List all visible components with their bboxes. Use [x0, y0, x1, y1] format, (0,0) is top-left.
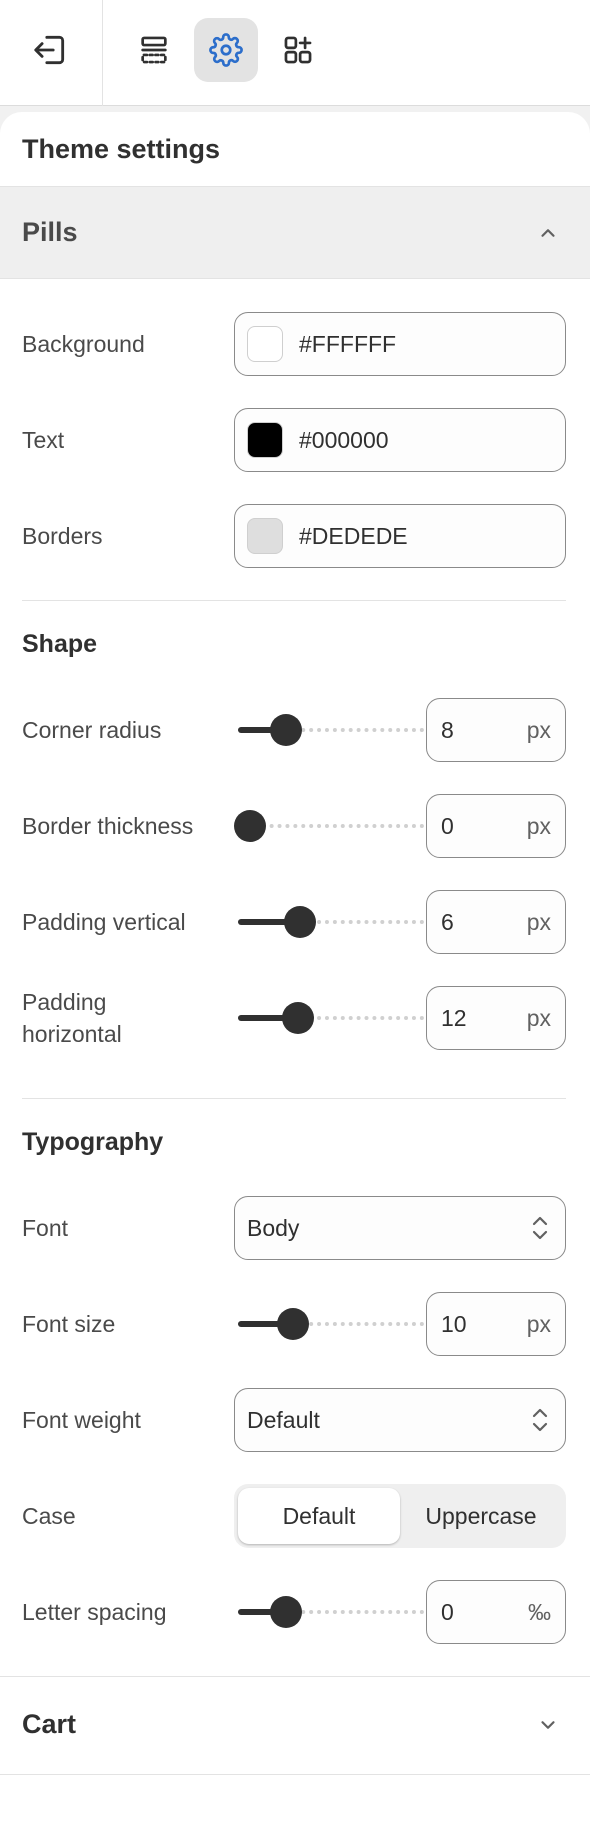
typography-heading: Typography: [22, 1128, 164, 1156]
theme-settings-button[interactable]: [194, 18, 258, 82]
corner-radius-slider[interactable]: [234, 698, 432, 762]
border-thickness-input[interactable]: 0 px: [426, 794, 566, 858]
gear-icon: [209, 33, 243, 67]
section-header-cart[interactable]: Cart: [0, 1678, 590, 1771]
slider-thumb[interactable]: [276, 1308, 309, 1340]
sections-button[interactable]: [122, 18, 186, 82]
unit-label: ‰: [528, 1598, 551, 1625]
section-label: Pills: [22, 217, 78, 247]
case-row: Case Default Uppercase: [22, 1484, 566, 1548]
setting-label: Padding vertical: [22, 909, 186, 935]
padding-horizontal-row: Padding horizontal 12 px: [22, 986, 566, 1050]
border-thickness-row: Border thickness 0 px: [22, 794, 566, 858]
color-row-text: Text #000000: [22, 408, 566, 472]
color-swatch[interactable]: [247, 518, 283, 554]
panel-title: Theme settings: [22, 134, 221, 164]
setting-label: Corner radius: [22, 717, 162, 743]
divider: [0, 1676, 590, 1677]
number-value: 0: [441, 812, 454, 839]
color-value: #DEDEDE: [299, 522, 408, 549]
slider-thumb[interactable]: [269, 714, 302, 746]
slider-track: [238, 824, 432, 828]
select-arrows-icon: [532, 1408, 548, 1432]
text-color-field[interactable]: #000000: [234, 408, 566, 472]
corner-radius-row: Corner radius 8 px: [22, 698, 566, 762]
letter-spacing-row: Letter spacing 0 ‰: [22, 1580, 566, 1644]
background-color-field[interactable]: #FFFFFF: [234, 312, 566, 376]
section-label: Cart: [22, 1709, 77, 1739]
divider: [0, 1774, 590, 1775]
case-option-uppercase[interactable]: Uppercase: [400, 1488, 562, 1544]
color-value: #000000: [299, 426, 389, 453]
font-weight-row: Font weight Default: [22, 1388, 566, 1452]
chevron-down-icon: [528, 1705, 568, 1745]
case-segmented-control: Default Uppercase: [234, 1484, 566, 1548]
unit-label: px: [526, 812, 551, 839]
setting-label: Border thickness: [22, 813, 194, 839]
slider-thumb[interactable]: [282, 1002, 315, 1034]
color-row-background: Background #FFFFFF: [22, 312, 566, 376]
number-value: 8: [441, 716, 454, 743]
setting-label: Padding horizontal: [22, 989, 122, 1047]
chevron-up-icon: [528, 213, 568, 253]
section-header-pills[interactable]: Pills: [0, 186, 590, 279]
toolbar-divider: [102, 0, 103, 106]
color-swatch[interactable]: [247, 326, 283, 362]
editor-toolbar: [0, 0, 590, 106]
app-blocks-button[interactable]: [266, 18, 330, 82]
padding-vertical-slider[interactable]: [234, 890, 432, 954]
exit-icon: [34, 35, 65, 65]
font-select[interactable]: Body: [234, 1196, 566, 1260]
font-size-input[interactable]: 10 px: [426, 1292, 566, 1356]
color-value: #FFFFFF: [299, 330, 397, 357]
unit-label: px: [526, 908, 551, 935]
slider-thumb[interactable]: [234, 810, 266, 842]
slider-thumb[interactable]: [283, 906, 316, 938]
number-value: 12: [441, 1004, 467, 1031]
setting-label: Font: [22, 1215, 69, 1241]
padding-horizontal-slider[interactable]: [234, 986, 432, 1050]
sections-icon: [141, 36, 167, 64]
font-weight-select[interactable]: Default: [234, 1388, 566, 1452]
number-value: 10: [441, 1310, 467, 1337]
padding-vertical-row: Padding vertical 6 px: [22, 890, 566, 954]
unit-label: px: [526, 1310, 551, 1337]
shape-heading: Shape: [22, 630, 98, 658]
unit-label: px: [526, 1004, 551, 1031]
divider: [22, 1098, 566, 1099]
select-value: Default: [247, 1406, 320, 1433]
exit-button[interactable]: [18, 18, 82, 82]
font-size-row: Font size 10 px: [22, 1292, 566, 1356]
border-thickness-slider[interactable]: [234, 794, 432, 858]
borders-color-field[interactable]: #DEDEDE: [234, 504, 566, 568]
add-block-icon: [284, 36, 312, 64]
divider: [22, 600, 566, 601]
setting-label: Font size: [22, 1311, 116, 1337]
color-row-borders: Borders #DEDEDE: [22, 504, 566, 568]
setting-label: Text: [22, 427, 65, 453]
setting-label: Letter spacing: [22, 1599, 167, 1625]
font-size-slider[interactable]: [234, 1292, 432, 1356]
letter-spacing-slider[interactable]: [234, 1580, 432, 1644]
setting-label: Borders: [22, 523, 103, 549]
font-row: Font Body: [22, 1196, 566, 1260]
letter-spacing-input[interactable]: 0 ‰: [426, 1580, 566, 1644]
case-option-default[interactable]: Default: [238, 1488, 400, 1544]
theme-settings-panel: Theme settings Pills Background #FFFFFF …: [0, 112, 590, 1832]
number-value: 6: [441, 908, 454, 935]
setting-label: Case: [22, 1503, 76, 1529]
setting-label: Background: [22, 331, 145, 357]
select-value: Body: [247, 1214, 300, 1241]
color-swatch[interactable]: [247, 422, 283, 458]
padding-vertical-input[interactable]: 6 px: [426, 890, 566, 954]
corner-radius-input[interactable]: 8 px: [426, 698, 566, 762]
select-arrows-icon: [532, 1216, 548, 1240]
number-value: 0: [441, 1598, 454, 1625]
setting-label: Font weight: [22, 1407, 141, 1433]
slider-thumb[interactable]: [269, 1596, 302, 1628]
unit-label: px: [526, 716, 551, 743]
padding-horizontal-input[interactable]: 12 px: [426, 986, 566, 1050]
